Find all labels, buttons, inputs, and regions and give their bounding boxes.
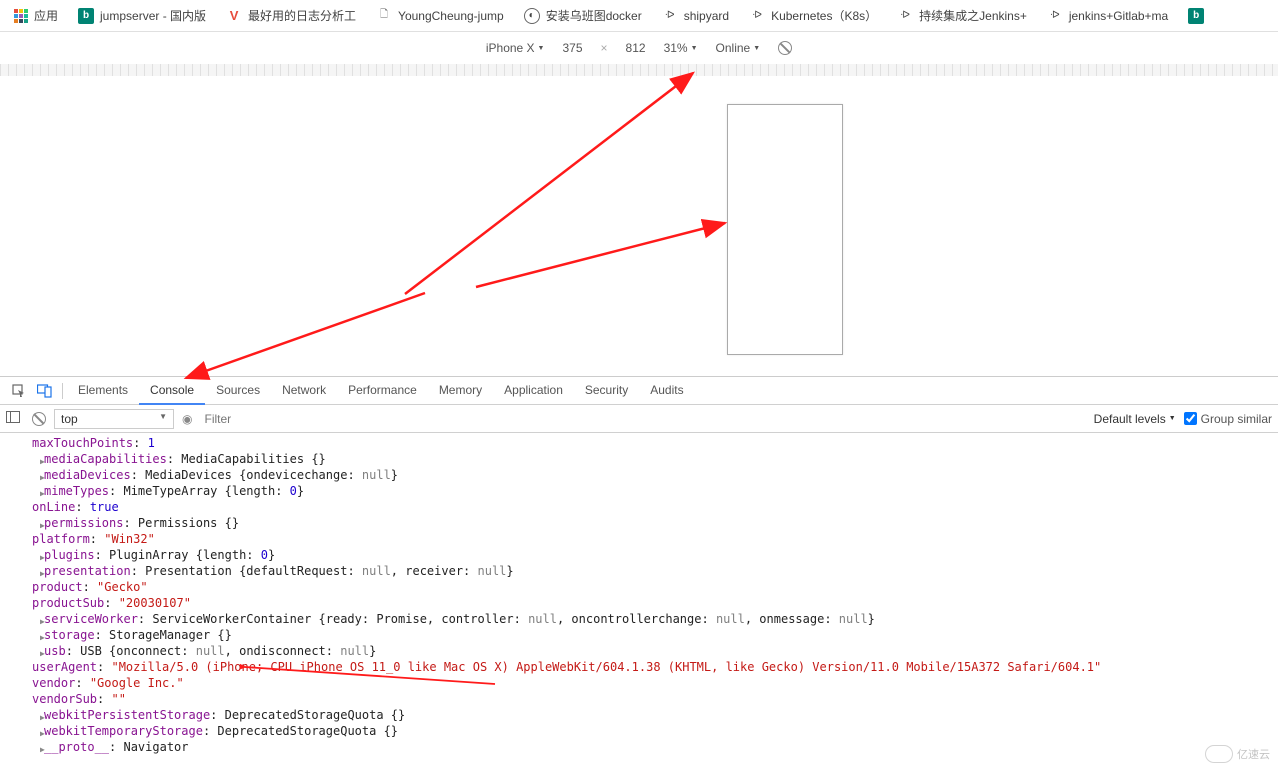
device-select[interactable]: iPhone X — [486, 41, 545, 55]
bookmark-label: YoungCheung-jump — [398, 9, 504, 23]
bookmark-item[interactable]: b — [1180, 3, 1218, 28]
tab-performance[interactable]: Performance — [337, 377, 428, 405]
console-property-row[interactable]: onLine: true — [14, 499, 1278, 515]
console-property-row[interactable]: permissions: Permissions {} — [14, 515, 1278, 531]
console-property-row[interactable]: __proto__: Navigator — [14, 739, 1278, 755]
bookmark-item[interactable]: ᐒ持续集成之Jenkins+ — [889, 3, 1035, 28]
console-property-row[interactable]: webkitTemporaryStorage: DeprecatedStorag… — [14, 723, 1278, 739]
console-property-row[interactable]: vendorSub: "" — [14, 691, 1278, 707]
rotate-icon[interactable] — [775, 38, 795, 58]
bookmark-label: shipyard — [684, 9, 729, 23]
console-property-row[interactable]: presentation: Presentation {defaultReque… — [14, 563, 1278, 579]
device-width[interactable]: 375 — [562, 41, 582, 55]
ruler — [0, 64, 1278, 76]
device-height[interactable]: 812 — [626, 41, 646, 55]
bookmark-label: jenkins+Gitlab+ma — [1069, 9, 1168, 23]
throttle-select[interactable]: Online — [716, 41, 761, 55]
watermark: 亿速云 — [1205, 745, 1270, 763]
log-levels-select[interactable]: Default levels — [1094, 412, 1176, 426]
clear-console-icon[interactable] — [32, 412, 46, 426]
tab-elements[interactable]: Elements — [67, 377, 139, 405]
bookmarks-bar: 应用 bjumpserver - 国内版V最好用的日志分析工🗋YoungCheu… — [0, 0, 1278, 32]
bookmark-item[interactable]: V最好用的日志分析工 — [218, 3, 364, 28]
bookmark-item[interactable]: bjumpserver - 国内版 — [70, 3, 214, 28]
bookmark-label: Kubernetes（K8s） — [771, 7, 877, 24]
tab-sources[interactable]: Sources — [205, 377, 271, 405]
tab-network[interactable]: Network — [271, 377, 337, 405]
console-property-row[interactable]: serviceWorker: ServiceWorkerContainer {r… — [14, 611, 1278, 627]
cloud-icon — [1205, 745, 1233, 763]
console-property-row[interactable]: usb: USB {onconnect: null, ondisconnect:… — [14, 643, 1278, 659]
console-property-row[interactable]: userAgent: "Mozilla/5.0 (iPhone; CPU iPh… — [14, 659, 1278, 675]
apps-label: 应用 — [34, 7, 58, 24]
filter-input[interactable] — [200, 408, 1085, 430]
tab-application[interactable]: Application — [493, 377, 574, 405]
bookmark-label: 最好用的日志分析工 — [248, 7, 356, 24]
console-property-row[interactable]: vendor: "Google Inc." — [14, 675, 1278, 691]
tab-memory[interactable]: Memory — [428, 377, 493, 405]
console-property-row[interactable]: mimeTypes: MimeTypeArray {length: 0} — [14, 483, 1278, 499]
devtools-panel: ElementsConsoleSourcesNetworkPerformance… — [0, 376, 1278, 763]
zoom-select[interactable]: 31% — [664, 41, 698, 55]
console-property-row[interactable]: platform: "Win32" — [14, 531, 1278, 547]
console-property-row[interactable]: productSub: "20030107" — [14, 595, 1278, 611]
apps-button[interactable]: 应用 — [6, 3, 66, 28]
console-property-row[interactable]: mediaDevices: MediaDevices {ondevicechan… — [14, 467, 1278, 483]
bookmark-item[interactable]: ᐒshipyard — [654, 3, 737, 28]
tab-console[interactable]: Console — [139, 377, 205, 405]
console-property-row[interactable]: mediaCapabilities: MediaCapabilities {} — [14, 451, 1278, 467]
inspect-icon[interactable] — [6, 384, 32, 398]
sidebar-toggle-icon[interactable] — [6, 411, 24, 426]
context-select[interactable]: top — [54, 409, 174, 429]
bookmark-label: 安装乌班图docker — [546, 7, 642, 24]
bookmark-item[interactable]: ᐒjenkins+Gitlab+ma — [1039, 3, 1176, 28]
device-toolbar: iPhone X 375 × 812 31% Online — [0, 32, 1278, 64]
console-toolbar: top ◉ Default levels Group similar — [0, 405, 1278, 433]
bookmark-item[interactable]: ◐安装乌班图docker — [516, 3, 650, 28]
dimension-separator: × — [601, 41, 608, 55]
bookmark-item[interactable]: 🗋YoungCheung-jump — [368, 3, 512, 28]
console-property-row[interactable]: maxTouchPoints: 1 — [14, 435, 1278, 451]
console-property-row[interactable]: plugins: PluginArray {length: 0} — [14, 547, 1278, 563]
tab-audits[interactable]: Audits — [639, 377, 694, 405]
bookmark-label: 持续集成之Jenkins+ — [919, 7, 1027, 24]
apps-icon — [14, 9, 28, 23]
bookmark-label: jumpserver - 国内版 — [100, 7, 206, 24]
eye-icon[interactable]: ◉ — [182, 412, 192, 426]
bookmark-item[interactable]: ᐒKubernetes（K8s） — [741, 3, 885, 28]
device-viewport — [0, 76, 1278, 376]
console-output[interactable]: maxTouchPoints: 1mediaCapabilities: Medi… — [0, 433, 1278, 763]
console-property-row[interactable]: storage: StorageManager {} — [14, 627, 1278, 643]
console-property-row[interactable]: product: "Gecko" — [14, 579, 1278, 595]
devtools-tabs: ElementsConsoleSourcesNetworkPerformance… — [0, 377, 1278, 405]
device-toggle-icon[interactable] — [32, 384, 58, 398]
group-similar-checkbox[interactable]: Group similar — [1184, 412, 1272, 426]
console-property-row[interactable]: webkitPersistentStorage: DeprecatedStora… — [14, 707, 1278, 723]
tab-security[interactable]: Security — [574, 377, 639, 405]
emulated-screen[interactable] — [727, 104, 843, 355]
